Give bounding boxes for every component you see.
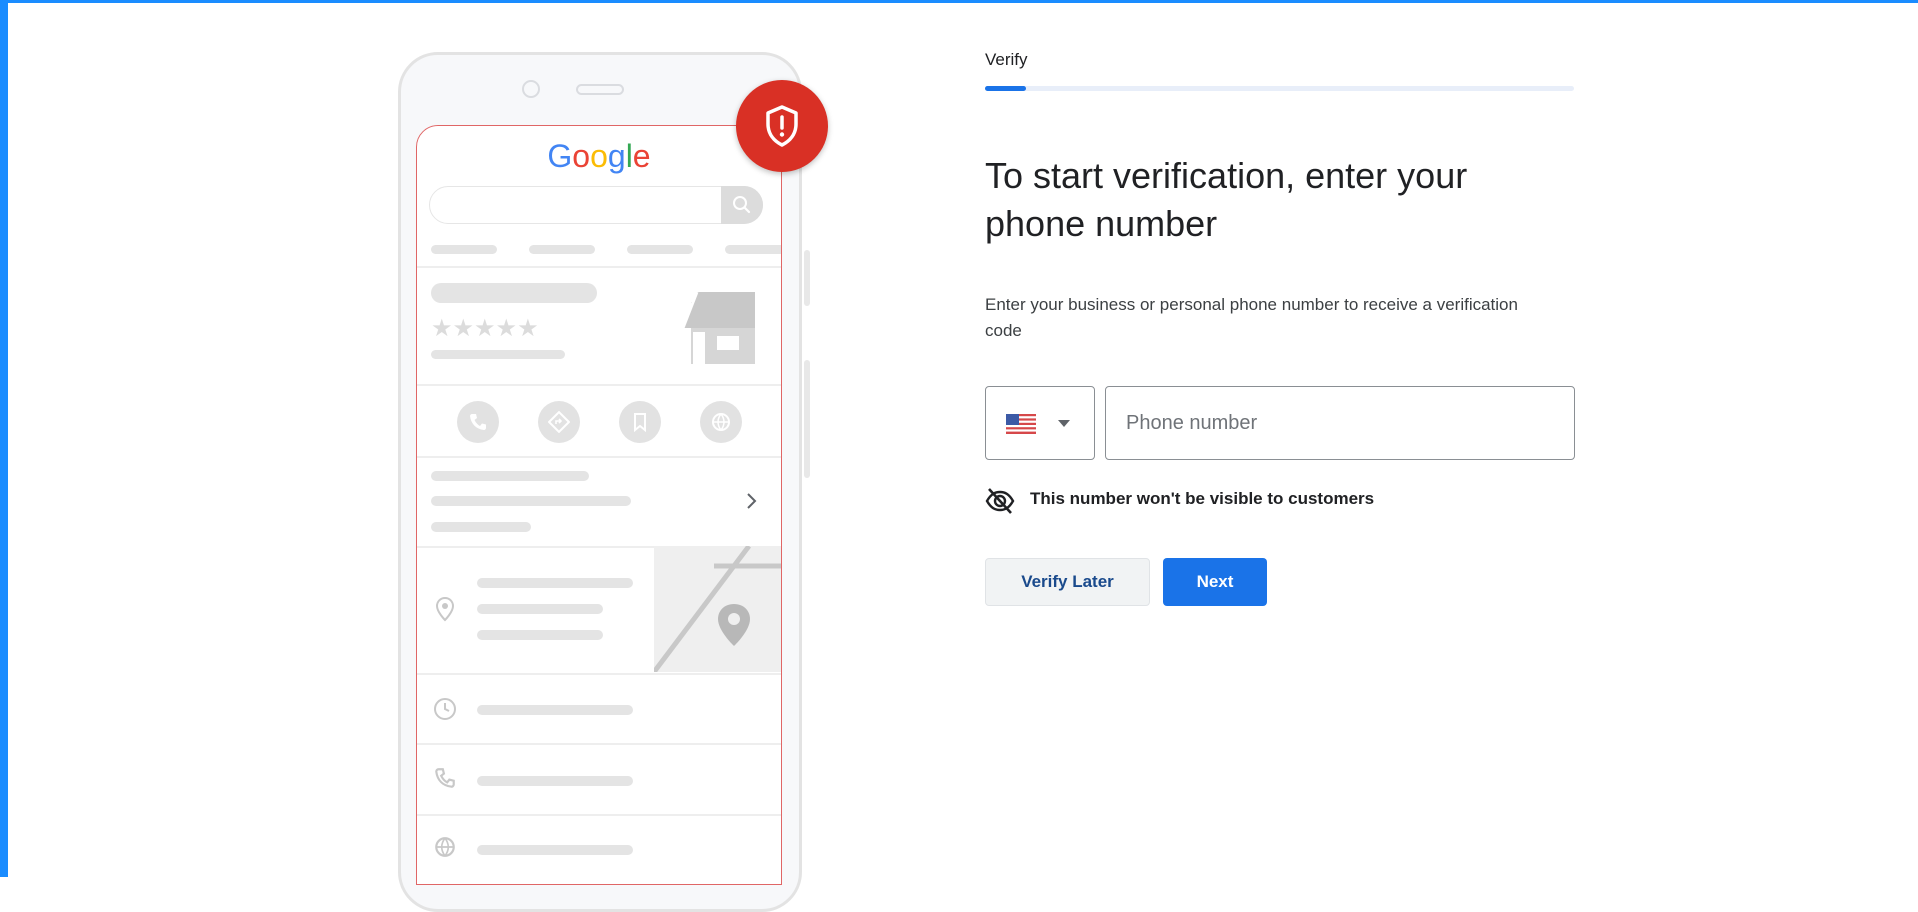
chevron-right-icon — [747, 493, 757, 509]
logo-letter: l — [625, 138, 633, 174]
country-code-select[interactable] — [985, 386, 1095, 460]
phone-camera — [522, 80, 540, 98]
mock-tab — [627, 245, 693, 254]
mock-tab — [529, 245, 595, 254]
next-button[interactable]: Next — [1163, 558, 1267, 606]
shield-alert-icon — [766, 105, 798, 147]
mock-business-name — [431, 283, 597, 303]
mock-action — [457, 401, 499, 443]
mock-divider — [417, 384, 781, 386]
page-title: To start verification, enter your phone … — [985, 155, 1468, 244]
mock-divider — [417, 266, 781, 268]
google-logo: Google — [417, 138, 781, 175]
logo-letter: o — [572, 138, 591, 174]
mock-line — [431, 522, 531, 532]
mock-action — [619, 401, 661, 443]
mock-line — [431, 350, 565, 359]
us-flag-icon — [1006, 414, 1036, 434]
mock-line — [477, 578, 633, 588]
alert-badge — [736, 80, 828, 172]
page-description: Enter your business or personal phone nu… — [985, 295, 1518, 340]
step-label: Verify — [985, 50, 1028, 69]
globe-icon — [435, 837, 455, 858]
phone-side-button — [804, 250, 810, 306]
progress-fill — [985, 86, 1027, 91]
mock-divider — [417, 456, 781, 458]
logo-letter: g — [607, 138, 626, 174]
phone-screen: Google ★★★★★ — [416, 125, 782, 885]
mock-line — [477, 705, 633, 715]
progress-bar — [985, 86, 1574, 91]
phone-side-button — [804, 360, 810, 478]
mock-tab — [431, 245, 497, 254]
eye-off-icon — [985, 488, 1015, 514]
phone-icon — [435, 768, 455, 788]
mock-divider — [417, 814, 781, 816]
globe-icon — [712, 413, 730, 432]
mock-line — [477, 630, 603, 640]
storefront-icon — [681, 291, 755, 364]
logo-letter: o — [590, 138, 608, 174]
phone-icon — [470, 414, 486, 430]
mock-tab — [725, 245, 781, 254]
location-pin-icon — [435, 596, 455, 622]
mock-line — [477, 845, 633, 855]
logo-letter: G — [547, 138, 573, 174]
phone-speaker — [576, 84, 624, 95]
phone-number-input[interactable] — [1105, 386, 1575, 460]
mock-action — [538, 401, 580, 443]
mock-search-button — [721, 186, 763, 224]
caret-down-icon — [1058, 420, 1070, 427]
mock-action — [700, 401, 742, 443]
logo-letter: e — [632, 138, 651, 174]
mock-line — [477, 776, 633, 786]
search-icon — [733, 196, 751, 214]
window-top-border — [0, 0, 1918, 3]
verify-later-button[interactable]: Verify Later — [985, 558, 1150, 606]
mock-map — [654, 546, 781, 672]
rating-stars: ★★★★★ — [431, 314, 539, 342]
mock-line — [431, 496, 631, 506]
privacy-note: This number won't be visible to customer… — [1030, 489, 1375, 508]
bookmark-icon — [634, 413, 646, 433]
clock-icon — [434, 698, 456, 720]
mock-line — [431, 471, 589, 481]
directions-icon — [548, 411, 570, 433]
mock-divider — [417, 743, 781, 745]
map-roads — [654, 546, 781, 672]
window-left-border — [0, 0, 8, 877]
mock-search-bar — [429, 186, 763, 224]
mock-divider — [417, 673, 781, 675]
mock-line — [477, 604, 603, 614]
